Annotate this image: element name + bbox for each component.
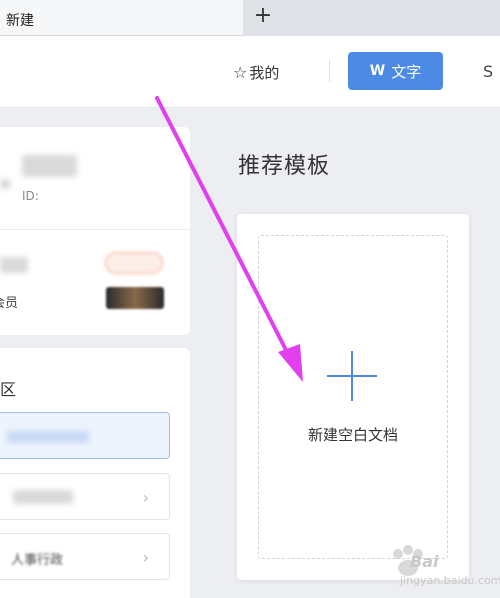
chevron-right-icon: › [142, 488, 149, 507]
new-blank-document-label: 新建空白文档 [307, 426, 398, 444]
recommended-templates-title: 推荐模板 [238, 154, 331, 179]
top-header: ☆ 我的 W 文字 S [0, 36, 500, 108]
mine-label: 我的 [249, 64, 280, 82]
writer-icon: W [369, 63, 386, 79]
mine-button[interactable]: ☆ 我的 [233, 62, 279, 83]
user-id-label: ID: [22, 189, 39, 203]
tab-title: 新建 [6, 13, 34, 29]
watermark-brand: Bai [410, 552, 439, 571]
row-label: 人事行政 [11, 553, 64, 568]
blurred-avatar [0, 179, 10, 189]
dashed-frame [258, 235, 448, 559]
list-item[interactable]: › [0, 473, 170, 520]
member-thumbnail [106, 287, 164, 309]
new-tab-button[interactable]: + [252, 5, 274, 27]
doc-tab-label: 文字 [391, 62, 422, 81]
user-card-divider [0, 229, 190, 230]
tab-bar: 新建 + [0, 0, 500, 36]
star-icon: ☆ [233, 63, 248, 82]
header-divider [329, 60, 330, 82]
watermark-url: jingyan.baidu.com [400, 574, 500, 587]
open-membership-button[interactable] [105, 252, 163, 274]
list-item[interactable] [0, 412, 170, 459]
doc-type-tab-next[interactable]: S [483, 62, 493, 81]
list-item[interactable]: 人事行政 › [0, 533, 170, 580]
section-card: 区 › 人事行政 › [0, 348, 190, 598]
chevron-right-icon: › [142, 548, 149, 567]
blurred-username [22, 155, 77, 177]
doc-type-tab-writer[interactable]: W 文字 [348, 52, 443, 90]
blurred-row-label [13, 490, 73, 504]
blurred-row-label [7, 431, 89, 443]
member-label: 会员 [0, 296, 19, 311]
user-card: ID: 会员 [0, 127, 190, 335]
blurred-plan [0, 257, 28, 273]
section-card-title: 区 [0, 380, 17, 399]
plus-icon-bar [327, 375, 377, 377]
new-blank-document-card[interactable]: 新建空白文档 [237, 214, 469, 580]
tab-new[interactable]: 新建 [0, 0, 243, 36]
